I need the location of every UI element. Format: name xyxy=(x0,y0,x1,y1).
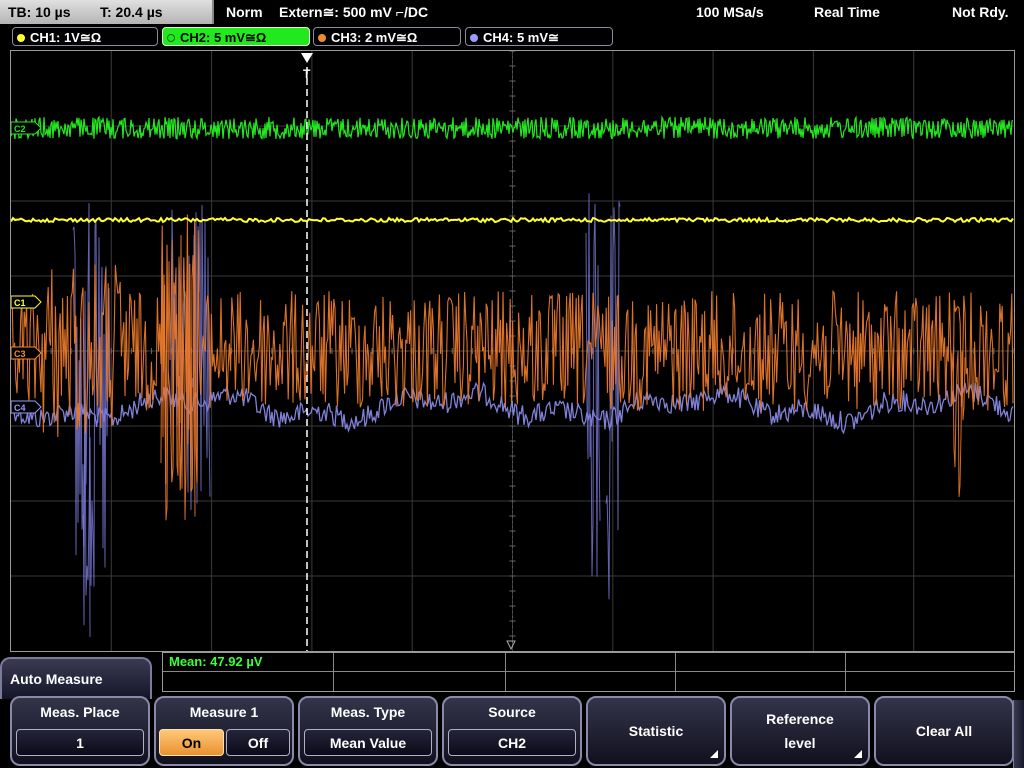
meas-type-key[interactable]: Meas. Type Mean Value xyxy=(298,696,438,766)
source-value-button[interactable]: CH2 xyxy=(448,729,576,756)
acquisition-mode: Real Time xyxy=(814,4,880,20)
ch1-level-marker[interactable]: C1 xyxy=(11,295,42,309)
trigger-marker-label: T xyxy=(303,67,311,81)
trigger-mode[interactable]: Norm xyxy=(226,0,263,24)
clear-all-key[interactable]: Clear All xyxy=(874,696,1014,766)
measurement-cell-divider xyxy=(675,653,676,691)
ch4-level-marker[interactable]: C4 xyxy=(11,400,42,414)
menu-scroll-handle[interactable] xyxy=(1013,700,1024,768)
trigger-time-value: T: 20.4 µs xyxy=(100,4,163,20)
measurement-cell-divider xyxy=(505,653,506,691)
ch2-level-marker[interactable]: C2 xyxy=(11,121,42,135)
ch3-level-marker[interactable]: C3 xyxy=(11,346,42,360)
reference-label-line2: level xyxy=(784,735,816,751)
menu-title: Auto Measure xyxy=(0,657,152,699)
submenu-arrow-icon xyxy=(710,750,718,758)
tab-ch3[interactable]: CH3: 2 mV≅Ω xyxy=(313,27,461,46)
status-bar: TB: 10 µs T: 20.4 µs Norm Extern≅: 500 m… xyxy=(0,0,1024,24)
meas-place-key[interactable]: Meas. Place 1 xyxy=(10,696,150,766)
mean-measurement: Mean: 47.92 µV xyxy=(169,654,263,669)
measure-key[interactable]: Measure 1 On Off xyxy=(154,696,294,766)
reference-level-key[interactable]: Reference level xyxy=(730,696,870,766)
ch4-marker-label: C4 xyxy=(14,403,26,413)
waveform-display[interactable]: T C2 C1 C3 C4 xyxy=(10,50,1015,652)
measurement-cell-divider xyxy=(333,653,334,691)
trigger-level-marker-icon xyxy=(506,640,516,651)
ch2-label: CH2: 5 mV≅Ω xyxy=(180,30,267,45)
tab-ch2[interactable]: CH2: 5 mV≅Ω xyxy=(162,27,310,46)
reference-label-line1: Reference xyxy=(766,711,834,727)
statistic-key[interactable]: Statistic xyxy=(586,696,726,766)
ch4-dot-icon xyxy=(470,34,478,42)
meas-type-value-button[interactable]: Mean Value xyxy=(304,729,432,756)
meas-place-value-button[interactable]: 1 xyxy=(16,729,144,756)
ch1-marker-label: C1 xyxy=(14,298,26,308)
ch1-dot-icon xyxy=(17,34,25,42)
measure-on-button[interactable]: On xyxy=(159,729,224,756)
measurement-panel: Mean: 47.92 µV xyxy=(162,652,1015,692)
measurement-cell-divider xyxy=(845,653,846,691)
meas-type-label: Meas. Type xyxy=(330,704,406,720)
ch3-dot-icon xyxy=(318,34,326,42)
measurement-row-divider xyxy=(163,671,1014,672)
measure-label: Measure 1 xyxy=(189,704,259,720)
timebase-value: TB: 10 µs xyxy=(8,4,71,20)
trigger-position-arrow-icon[interactable] xyxy=(301,53,313,63)
measure-off-button[interactable]: Off xyxy=(226,729,290,756)
meas-place-label: Meas. Place xyxy=(40,704,120,720)
ch3-label: CH3: 2 mV≅Ω xyxy=(331,30,418,45)
sample-rate: 100 MSa/s xyxy=(696,4,764,20)
ch2-dot-icon xyxy=(167,34,175,42)
timebase-panel[interactable]: TB: 10 µs T: 20.4 µs xyxy=(0,0,214,24)
clear-all-label: Clear All xyxy=(915,723,973,739)
tab-ch4[interactable]: CH4: 5 mV≅ xyxy=(465,27,613,46)
tab-ch1[interactable]: CH1: 1V≅Ω xyxy=(12,27,158,46)
ch3-marker-label: C3 xyxy=(14,349,26,359)
statistic-label: Statistic xyxy=(628,723,684,739)
ch1-label: CH1: 1V≅Ω xyxy=(30,30,102,45)
source-key[interactable]: Source CH2 xyxy=(442,696,582,766)
ch2-marker-label: C2 xyxy=(14,124,26,134)
trigger-source[interactable]: Extern≅: 500 mV ⌐/DC xyxy=(279,0,428,24)
source-label: Source xyxy=(488,704,536,720)
trigger-state: Not Rdy. xyxy=(952,4,1009,20)
submenu-arrow-icon xyxy=(854,750,862,758)
ch4-label: CH4: 5 mV≅ xyxy=(483,30,559,45)
